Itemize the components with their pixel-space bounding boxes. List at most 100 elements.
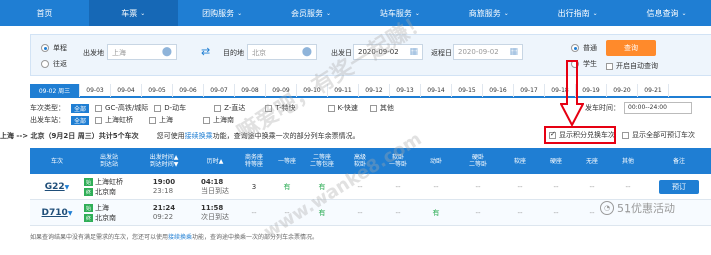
station-shanghai[interactable]: 上海: [149, 115, 173, 125]
return-date-field[interactable]: 2020-09-02 ▦: [453, 44, 523, 60]
th-adv-soft: 高级 软卧: [353, 154, 366, 168]
date-tab[interactable]: 09-10: [297, 84, 328, 97]
nav-station[interactable]: 站车服务 ⌄: [356, 0, 445, 26]
date-tab[interactable]: 09-20: [607, 84, 638, 97]
station-hongqiao[interactable]: 上海虹桥: [95, 115, 133, 125]
date-tab[interactable]: 09-11: [328, 84, 359, 97]
chevron-down-icon: ⌄: [326, 9, 332, 17]
train-number[interactable]: D710 ▼: [30, 200, 84, 226]
th-time[interactable]: 出发时间▲ 到达时间▼: [134, 148, 194, 174]
seat-cell: --: [284, 209, 290, 217]
seat-cell: --: [625, 183, 631, 191]
checkbox-box: [606, 62, 613, 70]
date-tab[interactable]: 09-21: [638, 84, 669, 97]
date-tab[interactable]: 09-07: [204, 84, 235, 97]
duration-cell: 04:18 当日到达: [194, 174, 236, 200]
query-button[interactable]: 查询: [606, 40, 656, 56]
checkbox-box: [265, 104, 273, 112]
swap-icon[interactable]: ⇄: [201, 45, 210, 58]
seat-cell: --: [517, 183, 523, 191]
route-summary: 上海 --> 北京（9月2日 周三）共计5个车次: [0, 132, 139, 140]
filter-option-label: D-动车: [164, 104, 187, 112]
all-chip[interactable]: 全部: [71, 103, 90, 113]
date-tab[interactable]: 09-15: [452, 84, 483, 97]
nav-guide[interactable]: 出行指南 ⌄: [533, 0, 622, 26]
nav-label: 站车服务: [379, 8, 412, 18]
filter-label: 车次类型：: [30, 104, 65, 112]
filter-other[interactable]: 其他: [369, 103, 394, 113]
th-duration[interactable]: 历时▲: [194, 148, 236, 174]
th-other: 其他: [621, 157, 634, 165]
trip-oneway-radio[interactable]: 单程: [41, 43, 67, 53]
th-station[interactable]: 出发站 到达站: [84, 148, 134, 174]
date-tab[interactable]: 09-16: [483, 84, 514, 97]
trip-roundtrip-radio[interactable]: 往返: [41, 59, 67, 69]
filter-z[interactable]: Z-直达: [214, 103, 245, 113]
nav-label: 首页: [36, 8, 53, 18]
to-station: 北京南: [95, 214, 116, 222]
date-tab-active[interactable]: 09-02 周三: [30, 84, 80, 97]
date-tab[interactable]: 09-08: [235, 84, 266, 97]
table-row: G22 ▼ 始上海虹桥 终北京南 19:00 23:18 04:18 当日到达 3 有…: [30, 174, 711, 200]
duration: 04:18: [201, 178, 224, 186]
nav-member[interactable]: 会员服务 ⌄: [267, 0, 356, 26]
filter-t[interactable]: T-特快: [265, 103, 296, 113]
nav-label: 出行指南: [557, 8, 590, 18]
nav-label: 会员服务: [291, 8, 324, 18]
book-button[interactable]: 预订: [659, 180, 699, 194]
from-value: 上海: [112, 49, 126, 57]
date-tab[interactable]: 09-05: [142, 84, 173, 97]
th-first: 一等座: [277, 157, 296, 165]
date-tab[interactable]: 09-12: [359, 84, 390, 97]
date-tab[interactable]: 09-06: [173, 84, 204, 97]
train-number-text: D710: [41, 208, 68, 218]
station-shanghainan[interactable]: 上海南: [203, 115, 234, 125]
radio-label: 学生: [583, 60, 597, 68]
train-number[interactable]: G22 ▼: [30, 174, 84, 200]
filter-k[interactable]: K-快速: [327, 103, 358, 113]
arrive-time: 23:18: [152, 187, 174, 195]
date-tab[interactable]: 09-17: [514, 84, 545, 97]
nav-info[interactable]: 信息查询 ⌄: [622, 0, 711, 26]
chevron-down-icon: ▼: [67, 209, 73, 217]
filter-option-label: GC-高铁/城际: [105, 104, 149, 112]
remark-cell: 预订: [646, 174, 711, 200]
checkbox-box: [214, 104, 222, 112]
filter-gc[interactable]: GC-高铁/城际: [95, 103, 148, 113]
nav-home[interactable]: 首页: [0, 0, 89, 26]
checkbox-box: [95, 116, 103, 124]
transfer-link[interactable]: 接续换乘: [185, 131, 213, 141]
depart-time: 19:00: [152, 178, 176, 186]
chevron-down-icon: ⌄: [237, 9, 243, 17]
seat-cell: 有: [318, 209, 326, 217]
to-value: 北京: [252, 49, 266, 57]
date-tab[interactable]: 09-14: [421, 84, 452, 97]
to-field[interactable]: 北京 ⬤: [247, 44, 317, 60]
seat-cell: --: [589, 183, 595, 191]
nav-business[interactable]: 商旅服务 ⌄: [444, 0, 533, 26]
passenger-normal-radio[interactable]: 普通: [571, 43, 597, 53]
time-cell: 21:24 09:22: [134, 200, 194, 226]
from-field[interactable]: 上海 ⬤: [107, 44, 177, 60]
seat-cell: 有: [318, 183, 326, 191]
all-chip[interactable]: 全部: [71, 115, 90, 125]
depart-time-select[interactable]: 00:00--24:00: [624, 102, 692, 114]
nav-group[interactable]: 团购服务 ⌄: [178, 0, 267, 26]
chevron-down-icon: ▼: [64, 183, 70, 191]
filter-d[interactable]: D-动车: [154, 103, 186, 113]
seat-cell: --: [357, 209, 363, 217]
nav-tickets[interactable]: 车票 ⌄: [88, 0, 178, 26]
all-trains-checkbox[interactable]: 显示全部可预订车次: [622, 130, 695, 140]
end-station-tag-icon: 终: [84, 214, 93, 222]
auto-query-checkbox[interactable]: 开启自动查询: [606, 61, 658, 71]
filter-option-label: 其他: [379, 104, 394, 112]
depart-date-field[interactable]: 2020-09-02 ▦: [353, 44, 423, 60]
date-tab[interactable]: 09-04: [111, 84, 142, 97]
filter-option-label: 上海虹桥: [105, 116, 134, 124]
date-tab[interactable]: 09-09: [266, 84, 297, 97]
seat-cell: 有: [283, 183, 291, 191]
date-tab[interactable]: 09-13: [390, 84, 421, 97]
seat-cell: --: [475, 183, 481, 191]
date-tab[interactable]: 09-03: [80, 84, 111, 97]
transfer-link[interactable]: 接续换乘: [168, 234, 192, 241]
